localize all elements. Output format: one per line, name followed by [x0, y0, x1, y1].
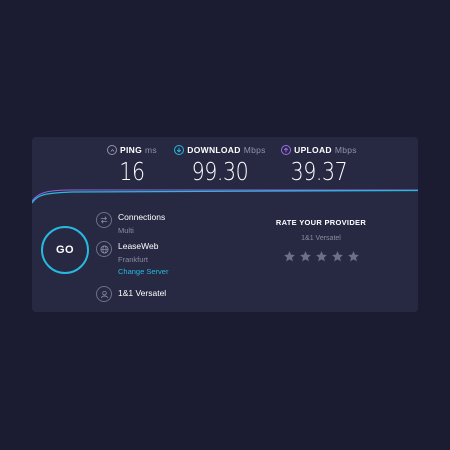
star-4-icon[interactable] [331, 250, 344, 263]
connections-icon [96, 212, 112, 228]
connections-value: Multi [118, 226, 134, 235]
rate-provider-title: RATE YOUR PROVIDER [275, 218, 367, 227]
results-panel: PING ms 16 DOWNLOAD Mbps 99.30 UPLOAD Mb… [32, 137, 418, 312]
star-1-icon[interactable] [283, 250, 296, 263]
ping-label: PING [120, 145, 143, 155]
upload-arrow-icon [281, 145, 292, 155]
upload-unit: Mbps [334, 145, 357, 155]
speed-graph [32, 189, 418, 204]
ping-unit: ms [145, 145, 157, 155]
globe-icon [96, 241, 112, 257]
download-metric: DOWNLOAD Mbps 99.30 [172, 145, 268, 186]
star-3-icon[interactable] [315, 250, 328, 263]
star-5-icon[interactable] [347, 250, 360, 263]
server-name: LeaseWeb [118, 241, 159, 251]
provider-name: 1&1 Versatel [118, 288, 167, 298]
rate-provider-name: 1&1 Versatel [301, 235, 341, 242]
go-button[interactable]: GO [41, 226, 89, 274]
download-graph-line [32, 189, 418, 204]
rate-provider-section: RATE YOUR PROVIDER 1&1 Versatel [254, 218, 388, 263]
connections-title: Connections [118, 212, 166, 222]
server-location: Frankfurt [118, 255, 149, 264]
ping-metric: PING ms 16 [104, 145, 160, 186]
download-unit: Mbps [243, 145, 266, 155]
download-label: DOWNLOAD [187, 145, 241, 155]
download-arrow-icon [174, 145, 185, 155]
ping-icon [107, 145, 118, 155]
change-server-link[interactable]: Change Server [118, 267, 168, 276]
upload-label: UPLOAD [294, 145, 332, 155]
star-2-icon[interactable] [299, 250, 312, 263]
upload-metric: UPLOAD Mbps 39.37 [276, 145, 362, 186]
user-icon [96, 286, 112, 302]
star-rating [254, 250, 388, 263]
